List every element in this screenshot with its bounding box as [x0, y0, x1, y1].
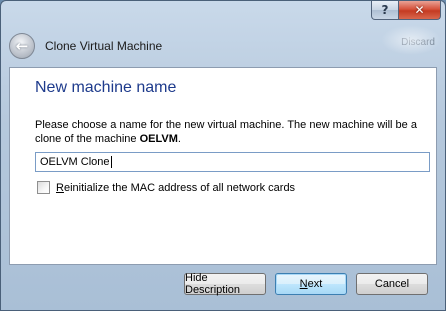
- button-bar: Hide Description Next Cancel: [1, 272, 445, 296]
- page-title: New machine name: [35, 79, 177, 96]
- reinitialize-mac-label[interactable]: Reinitialize the MAC address of all netw…: [56, 182, 295, 194]
- text-caret: [110, 156, 112, 168]
- description-text: Please choose a name for the new virtual…: [35, 119, 417, 145]
- background-tab-text: Discard: [401, 37, 435, 48]
- machine-name-value: OELVM Clone: [40, 156, 110, 168]
- help-icon: ?: [381, 3, 389, 17]
- next-label-rest: ext: [307, 278, 323, 290]
- wizard-header: ← Clone Virtual Machine: [9, 29, 162, 63]
- wizard-page: New machine name Please choose a name fo…: [9, 67, 437, 265]
- source-machine-name: OELVM: [139, 133, 178, 145]
- mnemonic-n: N: [299, 278, 308, 290]
- window-controls: ? ✕: [371, 1, 441, 20]
- reinitialize-mac-checkbox[interactable]: [37, 181, 50, 194]
- close-button[interactable]: ✕: [399, 1, 441, 20]
- description-end: .: [177, 133, 181, 145]
- clone-vm-dialog: ? ✕ ← Clone Virtual Machine Discard New …: [0, 0, 446, 311]
- wizard-title: Clone Virtual Machine: [45, 39, 163, 53]
- hide-description-button[interactable]: Hide Description: [184, 272, 266, 296]
- page-description: Please choose a name for the new virtual…: [35, 118, 425, 146]
- close-icon: ✕: [414, 3, 425, 17]
- reinitialize-mac-option[interactable]: Reinitialize the MAC address of all netw…: [37, 181, 295, 194]
- title-bar: ? ✕: [1, 1, 445, 27]
- label-rest: einitialize the MAC address of all netwo…: [63, 181, 296, 194]
- mnemonic-r: R: [56, 181, 64, 194]
- next-button[interactable]: Next: [275, 273, 347, 295]
- cancel-button[interactable]: Cancel: [356, 273, 428, 295]
- help-button[interactable]: ?: [371, 1, 399, 20]
- back-arrow-icon: ←: [15, 37, 29, 55]
- back-button[interactable]: ←: [9, 33, 35, 59]
- machine-name-input[interactable]: OELVM Clone: [35, 152, 430, 172]
